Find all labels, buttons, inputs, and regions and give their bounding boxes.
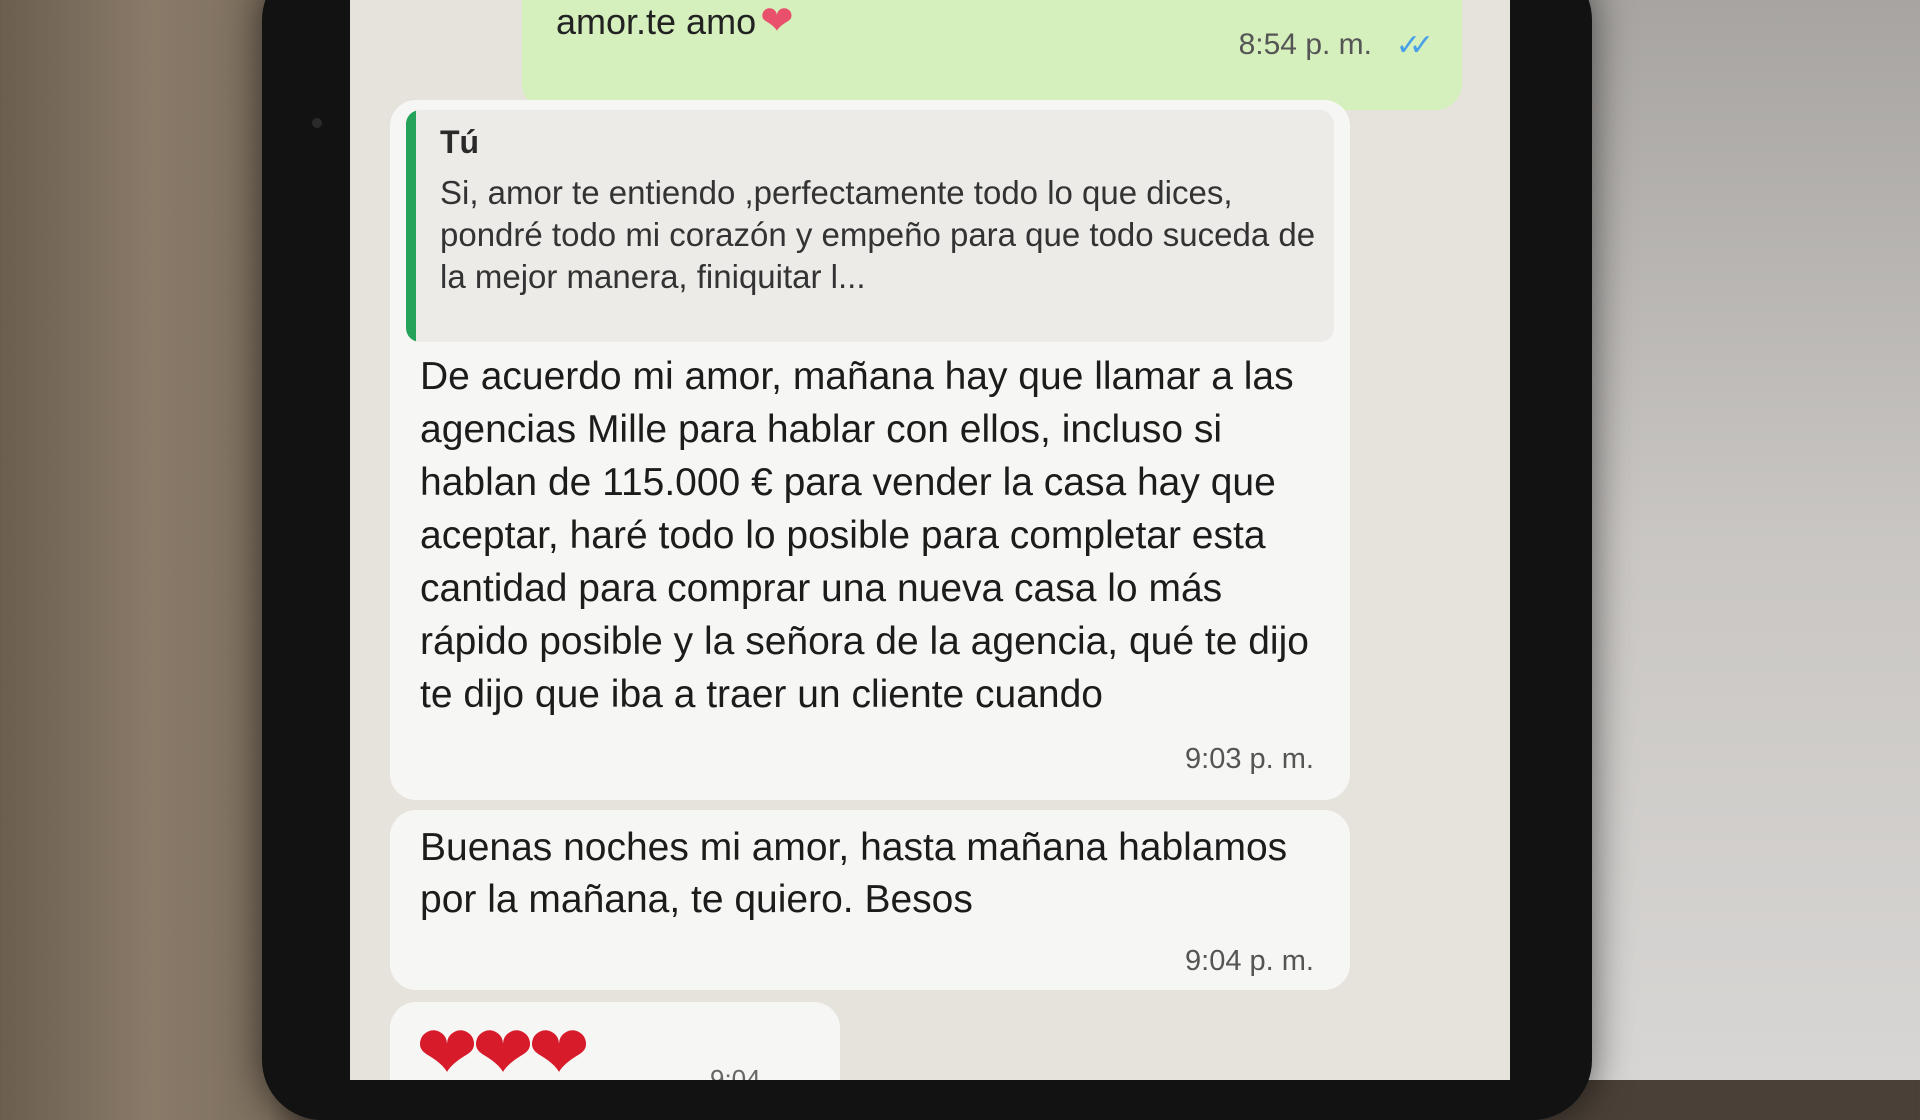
- message-text: Buenas noches mi amor, hasta mañana habl…: [420, 826, 1288, 921]
- quote-author: Tú: [440, 124, 480, 160]
- heart-icon: ❤: [760, 0, 794, 43]
- message-text: De acuerdo mi amor, mañana hay que llama…: [420, 355, 1309, 716]
- outgoing-text-span: amor.te amo: [556, 1, 757, 42]
- outgoing-timestamp: 8:54 p. m.: [1238, 28, 1372, 61]
- message-timestamp: 9:04 p. m.: [1185, 945, 1314, 977]
- outgoing-message-text: amor.te amo ❤: [556, 0, 794, 44]
- outgoing-message[interactable]: amor.te amo ❤ 8:54 p. m. ✓✓: [522, 0, 1462, 110]
- heart-emojis: ❤❤❤: [416, 1011, 590, 1080]
- double-check-icon: ✓✓: [1395, 29, 1434, 62]
- chat-screen[interactable]: amor.te amo ❤ 8:54 p. m. ✓✓ Tú Si, amor t…: [350, 0, 1510, 1080]
- background-fabric: [1560, 0, 1920, 1080]
- incoming-reply-message[interactable]: Tú Si, amor te entiendo ,perfectamente t…: [390, 100, 1350, 800]
- phone-sensor: [312, 118, 322, 128]
- message-timestamp: 9:03 p. m.: [1185, 743, 1314, 775]
- incoming-emoji-message[interactable]: ❤❤❤ 9:04: [390, 1002, 840, 1080]
- quote-text: Si, amor te entiendo ,perfectamente todo…: [440, 174, 1316, 295]
- quoted-message[interactable]: Tú Si, amor te entiendo ,perfectamente t…: [406, 110, 1334, 342]
- quote-accent-bar: [406, 110, 416, 342]
- message-timestamp: 9:04: [710, 1064, 761, 1080]
- incoming-message[interactable]: Buenas noches mi amor, hasta mañana habl…: [390, 810, 1350, 990]
